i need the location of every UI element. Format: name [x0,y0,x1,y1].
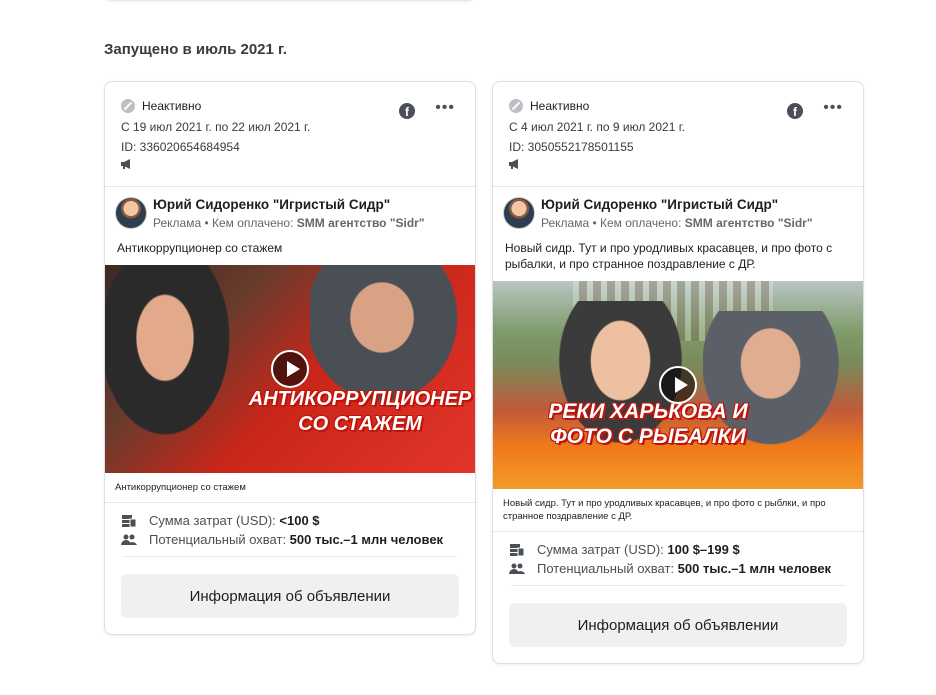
page-name[interactable]: Юрий Сидоренко "Игристый Сидр" [153,197,390,212]
paid-by-prefix: • Кем оплачено: [201,216,297,230]
people-icon [509,563,525,574]
ad-card-header: Неактивно С 4 июл 2021 г. по 9 июл 2021 … [493,82,863,187]
paid-by: SMM агентство "Sidr" [684,216,813,230]
facebook-icon: f [399,103,415,119]
avatar[interactable] [503,197,535,229]
spend-row: Сумма затрат (USD): 100 $–199 $ [509,540,845,559]
ad-card: Неактивно С 4 июл 2021 г. по 9 июл 2021 … [492,81,864,664]
sponsored-label: Реклама [541,216,590,230]
paid-by: SMM агентство "Sidr" [296,216,425,230]
megaphone-icon [509,159,518,169]
paid-by-prefix: • Кем оплачено: [589,216,685,230]
video-thumbnail[interactable]: Реки Харькова и фото с рыбалки [493,281,863,489]
status-label: Неактивно [142,99,202,113]
sponsored-line: Реклама • Кем оплачено: SMM агентство "S… [153,216,425,230]
play-button[interactable] [271,350,309,388]
spend-label: Сумма затрат (USD): [149,513,280,528]
reach-row: Потенциальный охват: 500 тыс.–1 млн чело… [121,530,457,549]
ad-stats: Сумма затрат (USD): 100 $–199 $ Потенциа… [493,532,863,578]
divider [123,556,457,557]
facebook-icon: f [787,103,803,119]
reach-value: 500 тыс.–1 млн человек [289,532,444,547]
spend-value: <100 $ [279,513,320,528]
status: Неактивно [121,99,201,113]
thumbnail-caption: Новый сидр. Тут и про уродливых красавце… [493,489,863,532]
divider [511,585,845,586]
ad-author: Юрий Сидоренко "Игристый Сидр" Реклама •… [493,187,863,231]
ad-id: ID: 3050552178501155 [509,140,634,154]
ad-id: ID: 336020654684954 [121,140,240,154]
inactive-icon [509,99,523,113]
spend-value: 100 $–199 $ [667,542,740,557]
reach-value: 500 тыс.–1 млн человек [677,561,832,576]
run-dates: С 19 июл 2021 г. по 22 июл 2021 г. [121,120,311,134]
megaphone-icon [121,159,130,169]
status: Неактивно [509,99,589,113]
spend-label: Сумма затрат (USD): [537,542,668,557]
video-thumbnail[interactable]: Антикоррупционер со стажем [105,265,475,473]
page-name[interactable]: Юрий Сидоренко "Игристый Сидр" [541,197,778,212]
reach-label: Потенциальный охват: [537,561,678,576]
run-dates: С 4 июл 2021 г. по 9 июл 2021 г. [509,120,685,134]
thumbnail-overlay-text: Антикоррупционер со стажем [248,388,472,435]
thumbnail-caption: Антикоррупционер со стажем [105,473,475,503]
people-icon [121,534,137,545]
thumbnail-overlay-text: Реки Харькова и фото с рыбалки [548,400,748,448]
sponsored-label: Реклама [153,216,202,230]
money-icon [510,544,525,557]
sponsored-line: Реклама • Кем оплачено: SMM агентство "S… [541,216,813,230]
reach-row: Потенциальный охват: 500 тыс.–1 млн чело… [509,559,845,578]
section-title: Запущено в июль 2021 г. [104,41,287,58]
inactive-icon [121,99,135,113]
ad-info-button[interactable]: Информация об объявлении [509,603,847,647]
ad-body-text: Антикоррупционер со стажем [117,241,283,255]
spend-row: Сумма затрат (USD): <100 $ [121,511,457,530]
status-label: Неактивно [530,99,590,113]
ad-body-text: Новый сидр. Тут и про уродливых красавце… [505,241,833,271]
money-icon [122,515,137,528]
more-icon[interactable]: ••• [435,99,455,117]
ad-card-header: Неактивно С 19 июл 2021 г. по 22 июл 202… [105,82,475,187]
ad-author: Юрий Сидоренко "Игристый Сидр" Реклама •… [105,187,475,231]
reach-label: Потенциальный охват: [149,532,290,547]
more-icon[interactable]: ••• [823,99,843,117]
avatar[interactable] [115,197,147,229]
previous-card-bottom [104,0,476,1]
play-button[interactable] [659,366,697,404]
ad-stats: Сумма затрат (USD): <100 $ Потенциальный… [105,503,475,549]
ad-info-button[interactable]: Информация об объявлении [121,574,459,618]
ad-card: Неактивно С 19 июл 2021 г. по 22 июл 202… [104,81,476,635]
